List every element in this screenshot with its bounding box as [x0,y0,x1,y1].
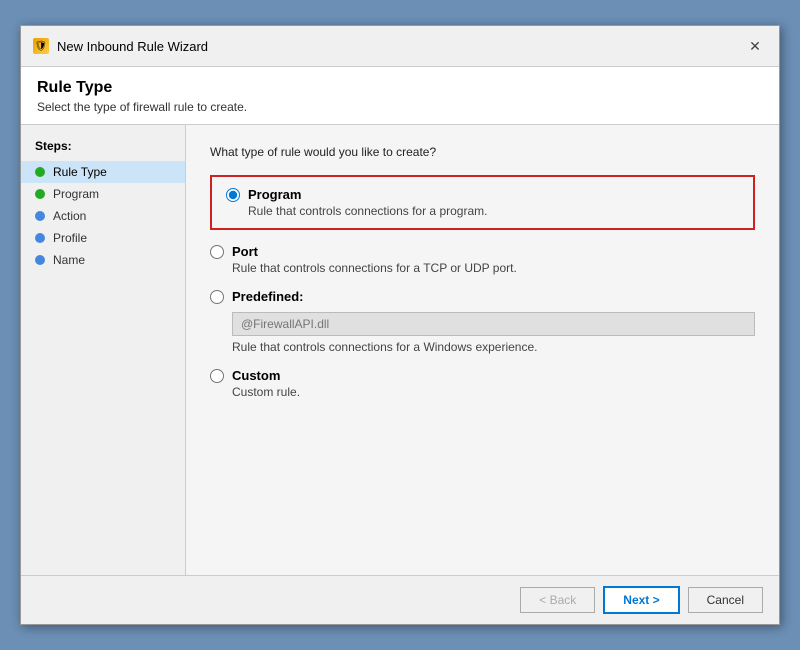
radio-row-custom: Custom [210,368,755,383]
dot-icon-rule-type [35,167,45,177]
sidebar-label-profile: Profile [53,231,87,245]
desc-predefined: Rule that controls connections for a Win… [232,340,755,354]
dot-icon-profile [35,233,45,243]
sidebar-item-profile[interactable]: Profile [21,227,185,249]
radio-row-program: Program [226,187,739,202]
next-button[interactable]: Next > [603,586,679,614]
predefined-input[interactable] [232,312,755,336]
header-section: Rule Type Select the type of firewall ru… [21,67,779,125]
radio-port[interactable] [210,245,224,259]
radio-predefined[interactable] [210,290,224,304]
title-bar: 🛡 New Inbound Rule Wizard ✕ [21,26,779,67]
label-program[interactable]: Program [248,187,301,202]
sidebar-label-program: Program [53,187,99,201]
page-subtitle: Select the type of firewall rule to crea… [37,100,763,114]
option-custom-container: Custom Custom rule. [210,368,755,399]
label-custom[interactable]: Custom [232,368,280,383]
label-port[interactable]: Port [232,244,258,259]
sidebar-label-name: Name [53,253,85,267]
main-content: What type of rule would you like to crea… [186,125,779,575]
window-icon: 🛡 [33,38,49,54]
option-program-container: Program Rule that controls connections f… [210,175,755,230]
sidebar: Steps: Rule Type Program Action Profile … [21,125,186,575]
option-port-container: Port Rule that controls connections for … [210,244,755,275]
radio-row-port: Port [210,244,755,259]
sidebar-label-rule-type: Rule Type [53,165,107,179]
dot-icon-name [35,255,45,265]
page-title: Rule Type [37,79,763,97]
steps-label: Steps: [21,135,185,161]
dot-icon-action [35,211,45,221]
sidebar-label-action: Action [53,209,86,223]
sidebar-item-program[interactable]: Program [21,183,185,205]
sidebar-item-name[interactable]: Name [21,249,185,271]
sidebar-item-action[interactable]: Action [21,205,185,227]
desc-port: Rule that controls connections for a TCP… [232,261,755,275]
option-predefined-container: Predefined: Rule that controls connectio… [210,289,755,354]
label-predefined[interactable]: Predefined: [232,289,304,304]
desc-program: Rule that controls connections for a pro… [248,204,739,218]
radio-custom[interactable] [210,369,224,383]
footer: < Back Next > Cancel [21,575,779,624]
desc-custom: Custom rule. [232,385,755,399]
wizard-window: 🛡 New Inbound Rule Wizard ✕ Rule Type Se… [20,25,780,625]
radio-row-predefined: Predefined: [210,289,755,304]
back-button[interactable]: < Back [520,587,595,613]
radio-program[interactable] [226,188,240,202]
title-bar-left: 🛡 New Inbound Rule Wizard [33,38,208,54]
window-title: New Inbound Rule Wizard [57,39,208,54]
dot-icon-program [35,189,45,199]
cancel-button[interactable]: Cancel [688,587,763,613]
content-area: Steps: Rule Type Program Action Profile … [21,125,779,575]
close-button[interactable]: ✕ [743,34,767,58]
sidebar-item-rule-type[interactable]: Rule Type [21,161,185,183]
rule-question: What type of rule would you like to crea… [210,145,755,159]
